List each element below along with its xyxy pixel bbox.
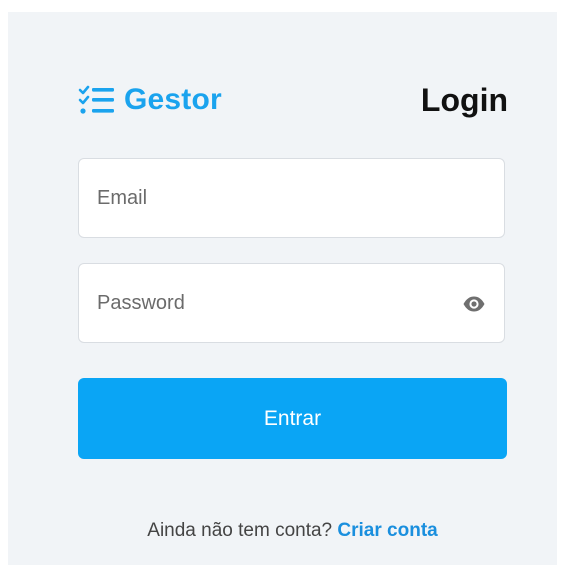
eye-icon[interactable] bbox=[462, 292, 486, 316]
brand-logo: Gestor bbox=[78, 80, 222, 120]
page-title: Login bbox=[420, 82, 508, 118]
login-submit-button[interactable]: Entrar bbox=[78, 378, 507, 459]
email-field-container bbox=[78, 158, 505, 238]
password-field[interactable] bbox=[79, 264, 504, 342]
email-field[interactable] bbox=[79, 159, 504, 237]
login-header: Gestor Login bbox=[78, 80, 508, 120]
password-field-container bbox=[78, 263, 505, 343]
create-account-link[interactable]: Criar conta bbox=[337, 520, 437, 541]
signup-prompt-text: Ainda não tem conta? bbox=[147, 520, 333, 541]
checklist-icon bbox=[78, 85, 114, 114]
signup-prompt: Ainda não tem conta? Criar conta bbox=[78, 520, 507, 542]
brand-name: Gestor bbox=[124, 83, 222, 116]
